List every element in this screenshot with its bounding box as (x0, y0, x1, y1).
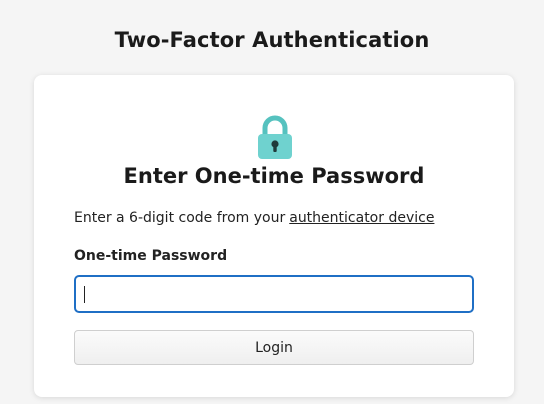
instruction-text: Enter a 6-digit code from your authentica… (74, 210, 434, 226)
text-caret (84, 286, 85, 303)
page-title: Two-Factor Authentication (114, 28, 430, 52)
otp-card: Enter One-time Password Enter a 6-digit … (34, 75, 514, 397)
authenticator-device-link[interactable]: authenticator device (289, 210, 434, 226)
instruction-label: Enter a 6-digit code from your (74, 210, 286, 226)
lock-icon (258, 115, 292, 159)
login-button[interactable]: Login (74, 330, 474, 365)
otp-input[interactable] (74, 275, 474, 313)
otp-field-label: One-time Password (74, 248, 228, 264)
card-heading: Enter One-time Password (123, 164, 425, 188)
